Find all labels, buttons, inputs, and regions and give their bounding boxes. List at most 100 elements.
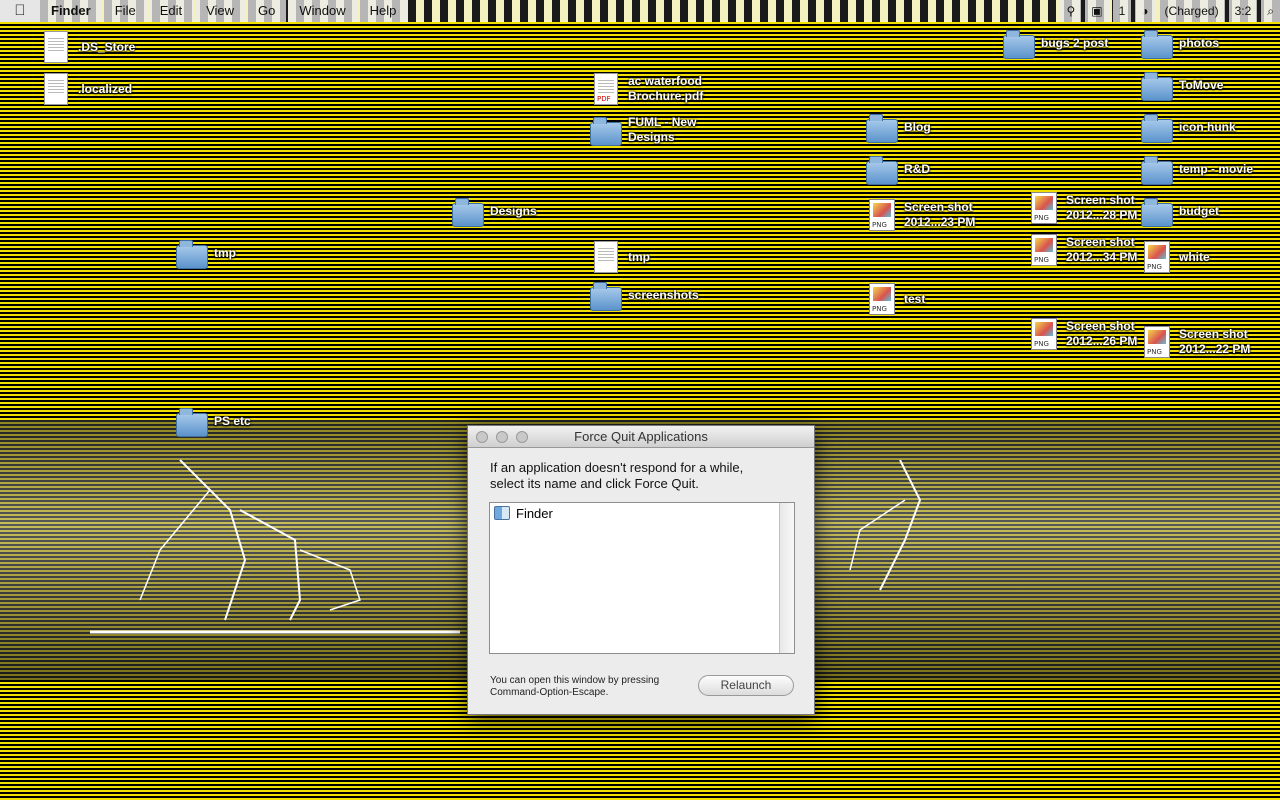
spotlight-icon[interactable]: ⌕ — [1261, 0, 1280, 22]
hint-line-2: Command-Option-Escape. — [490, 687, 609, 698]
icon-label: PS etc — [214, 413, 251, 428]
instructions-line-2: select its name and click Force Quit. — [490, 476, 699, 491]
menu-go[interactable]: Go — [247, 0, 287, 22]
icon-label: Screen shot 2012...34 PM — [1066, 235, 1138, 264]
icon-label: test — [904, 291, 926, 306]
icon-label: ToMove — [1179, 77, 1224, 92]
menu-clock[interactable]: 3:2 — [1228, 0, 1258, 22]
icon-label: white — [1179, 249, 1210, 264]
icon-label: R&D — [904, 161, 930, 176]
desktop-file-tmp[interactable]: tmp — [590, 241, 650, 273]
folder-icon — [866, 156, 898, 185]
menu-view[interactable]: View — [195, 0, 246, 22]
search-icon[interactable]: ⚲ — [1060, 0, 1082, 22]
desktop-folder-blog[interactable]: Blog — [866, 114, 931, 143]
icon-label: FUML - New Designs — [628, 115, 697, 144]
desktop-file-screenshot-1[interactable]: Screen shot 2012...23 PM — [866, 199, 975, 231]
icon-label: Designs — [490, 203, 537, 218]
icon-label: temp - movie — [1179, 161, 1254, 176]
icon-label: ac waterfood Brochure.pdf — [628, 74, 704, 103]
battery-status[interactable]: (Charged) — [1158, 0, 1225, 22]
close-button[interactable] — [476, 431, 488, 443]
icon-label: bugs 2 post — [1041, 35, 1109, 50]
icon-label: Screen shot 2012...22 PM — [1179, 327, 1251, 356]
desktop-folder-rnd[interactable]: R&D — [866, 156, 930, 185]
keyboard-indicator[interactable]: 1 — [1112, 0, 1132, 22]
desktop-folder-ps-etc[interactable]: PS etc — [176, 408, 251, 437]
menu-file[interactable]: File — [103, 0, 147, 22]
desktop-folder-screenshots[interactable]: screenshots — [590, 282, 699, 311]
folder-icon — [1141, 114, 1173, 143]
menu-bar:  Finder File Edit View Go Window Help ⚲… — [0, 0, 1280, 22]
desktop-file-screenshot-4[interactable]: Screen shot 2012...26 PM — [1028, 318, 1137, 350]
window-titlebar[interactable]: Force Quit Applications — [468, 426, 814, 448]
image-file-icon — [1031, 318, 1057, 350]
folder-icon — [590, 117, 622, 146]
apple-icon[interactable]:  — [0, 0, 40, 22]
app-name: Finder — [516, 505, 553, 521]
desktop-folder-icon-hunk[interactable]: icon hunk — [1141, 114, 1236, 143]
icon-label: Screen shot 2012...23 PM — [904, 200, 976, 229]
icon-label: .DS_Store — [78, 39, 136, 54]
desktop-folder-budget[interactable]: budget — [1141, 198, 1219, 227]
icon-label: Screen shot 2012...28 PM — [1066, 193, 1138, 222]
menu-window[interactable]: Window — [288, 0, 357, 22]
desktop-file-screenshot-5[interactable]: Screen shot 2012...22 PM — [1141, 326, 1250, 358]
finder-icon — [494, 506, 510, 520]
desktop-folder-temp-movie[interactable]: temp - movie — [1141, 156, 1254, 185]
relaunch-button[interactable]: Relaunch — [698, 675, 794, 696]
icon-label: budget — [1179, 203, 1219, 218]
icon-label: tmp — [628, 249, 650, 264]
icon-label: Screen shot 2012...26 PM — [1066, 319, 1138, 348]
folder-icon — [452, 198, 484, 227]
instructions-text: If an application doesn't respond for a … — [468, 448, 814, 492]
list-scrollbar[interactable] — [779, 503, 794, 653]
menu-finder[interactable]: Finder — [40, 0, 102, 22]
folder-icon — [176, 408, 208, 437]
desktop-folder-tmp[interactable]: tmp — [176, 240, 236, 269]
application-list[interactable]: Finder — [489, 502, 795, 654]
pdf-icon — [594, 73, 618, 105]
app-row-finder[interactable]: Finder — [490, 503, 794, 523]
image-file-icon — [1144, 326, 1170, 358]
desktop-folder-new-designs[interactable]: FUML - New Designs — [590, 115, 697, 146]
desktop-file-screenshot-3[interactable]: Screen shot 2012...34 PM — [1028, 234, 1137, 266]
desktop-file-ds-store[interactable]: .DS_Store — [40, 31, 135, 63]
wifi-icon[interactable]: ◑ — [1135, 0, 1155, 22]
image-file-icon — [1031, 192, 1057, 224]
desktop-file-screenshot-2[interactable]: Screen shot 2012...28 PM — [1028, 192, 1137, 224]
desktop-file-white[interactable]: white — [1141, 241, 1210, 273]
desktop-folder-designs[interactable]: Designs — [452, 198, 537, 227]
folder-icon — [1003, 30, 1035, 59]
menu-extras: ⚲ ▣ 1 ◑ (Charged) 3:2 ⌕ — [1056, 0, 1280, 22]
window-title: Force Quit Applications — [574, 429, 708, 444]
menu-edit[interactable]: Edit — [148, 0, 194, 22]
icon-label: tmp — [214, 245, 236, 260]
folder-icon — [176, 240, 208, 269]
image-file-icon — [869, 283, 895, 315]
image-file-icon — [1144, 241, 1170, 273]
instructions-line-1: If an application doesn't respond for a … — [490, 460, 744, 475]
display-icon[interactable]: ▣ — [1085, 0, 1109, 22]
hint-line-1: You can open this window by pressing — [490, 675, 660, 686]
desktop-folder-bugs[interactable]: bugs 2 post — [1003, 30, 1109, 59]
desktop-file-localized[interactable]: .localized — [40, 73, 132, 105]
folder-icon — [1141, 72, 1173, 101]
minimize-button[interactable] — [496, 431, 508, 443]
desktop-folder-photos[interactable]: photos — [1141, 30, 1219, 59]
shortcut-hint: You can open this window by pressing Com… — [490, 675, 659, 699]
desktop-folder-tomove[interactable]: ToMove — [1141, 72, 1224, 101]
folder-icon — [1141, 30, 1173, 59]
icon-label: screenshots — [628, 287, 699, 302]
folder-icon — [1141, 156, 1173, 185]
menu-help[interactable]: Help — [358, 0, 408, 22]
zoom-button[interactable] — [516, 431, 528, 443]
desktop-file-test[interactable]: test — [866, 283, 925, 315]
image-file-icon — [869, 199, 895, 231]
desktop[interactable]:  Finder File Edit View Go Window Help ⚲… — [0, 0, 1280, 800]
folder-icon — [866, 114, 898, 143]
force-quit-window: Force Quit Applications If an applicatio… — [467, 425, 815, 715]
desktop-file-brochure[interactable]: ac waterfood Brochure.pdf — [590, 73, 703, 105]
icon-label: photos — [1179, 35, 1219, 50]
folder-icon — [1141, 198, 1173, 227]
